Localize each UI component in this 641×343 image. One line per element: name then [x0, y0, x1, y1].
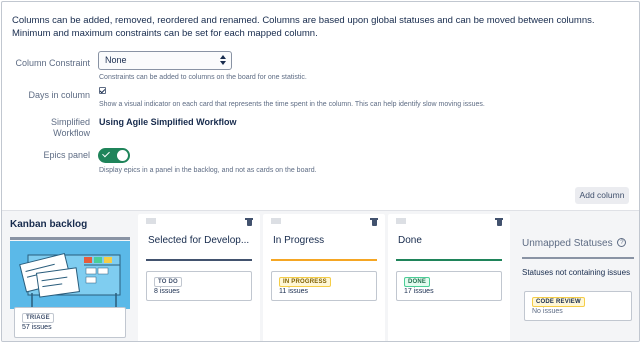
status-lozenge: CODE REVIEW [532, 297, 585, 307]
unmapped-statuses-subtitle: Statuses not containing issues [522, 268, 631, 277]
issue-count: 17 issues [404, 288, 434, 295]
drag-handle-icon[interactable] [271, 218, 281, 224]
unmapped-statuses-title: Unmapped Statuses ? [522, 238, 627, 249]
issue-count: 11 issues [279, 288, 309, 295]
trash-icon[interactable] [370, 218, 378, 226]
check-icon [102, 149, 110, 158]
issue-count: 8 issues [154, 288, 180, 295]
simplified-workflow-label-line1: Simplified [50, 117, 90, 127]
backlog-illustration [10, 241, 130, 309]
days-in-column-checkbox[interactable] [99, 87, 106, 94]
trash-icon[interactable] [495, 218, 503, 226]
unmapped-statuses-title-text: Unmapped Statuses [522, 238, 613, 249]
kanban-backlog-column: Kanban backlog TRIAGE 57 issues [6, 211, 134, 341]
column-color-bar [271, 259, 377, 261]
column-status-card[interactable]: DONE 17 issues [396, 271, 502, 301]
simplified-workflow-label-line2: Workflow [53, 128, 90, 138]
cards-illustration-icon [10, 241, 130, 309]
status-lozenge: TO DO [154, 277, 182, 287]
unmapped-color-bar [522, 257, 634, 259]
column-status-card[interactable]: TO DO 8 issues [146, 271, 252, 301]
column-color-bar [146, 259, 252, 261]
column-settings-panel: Columns can be added, removed, reordered… [1, 1, 640, 342]
add-column-button[interactable]: Add column [575, 187, 629, 204]
unmapped-statuses-column: Unmapped Statuses ? Statuses not contain… [516, 211, 639, 341]
simplified-workflow-value: Using Agile Simplified Workflow [99, 117, 237, 127]
issue-count: No issues [532, 308, 563, 315]
epics-panel-toggle[interactable] [98, 148, 130, 163]
drag-handle-icon[interactable] [396, 218, 406, 224]
backlog-color-bar [10, 237, 130, 240]
days-in-column-help: Show a visual indicator on each card tha… [99, 101, 485, 108]
column-color-bar [396, 259, 502, 261]
status-lozenge: IN PROGRESS [279, 277, 331, 287]
epics-panel-label: Epics panel [43, 150, 90, 160]
column-status-card[interactable]: IN PROGRESS 11 issues [271, 271, 377, 301]
column-title[interactable]: Selected for Develop... [148, 235, 252, 246]
column-title[interactable]: Done [398, 235, 502, 246]
intro-text: Columns can be added, removed, reordered… [12, 15, 595, 39]
column-constraint-select[interactable]: None [98, 51, 232, 70]
column-board: Kanban backlog TRIAGE 57 issues Selected… [2, 210, 639, 341]
days-in-column-label: Days in column [28, 90, 90, 100]
help-icon[interactable]: ? [617, 238, 627, 247]
column-selected-for-development[interactable]: Selected for Develop... TO DO 8 issues [138, 214, 260, 341]
column-constraint-value: None [105, 55, 127, 65]
drag-handle-icon[interactable] [146, 218, 156, 224]
epics-panel-help: Display epics in a panel in the backlog,… [99, 167, 317, 174]
backlog-status-card[interactable]: TRIAGE 57 issues [14, 307, 126, 338]
column-done[interactable]: Done DONE 17 issues [388, 214, 510, 341]
column-in-progress[interactable]: In Progress IN PROGRESS 11 issues [263, 214, 385, 341]
trash-icon[interactable] [245, 218, 253, 226]
status-lozenge: DONE [404, 277, 431, 287]
column-title[interactable]: In Progress [273, 235, 377, 246]
column-constraint-label: Column Constraint [15, 58, 90, 68]
issue-count: 57 issues [22, 324, 52, 331]
toggle-knob [117, 150, 128, 161]
backlog-title: Kanban backlog [10, 219, 88, 230]
simplified-workflow-label: Simplified Workflow [2, 117, 90, 139]
select-arrows-icon [220, 54, 226, 66]
status-lozenge: TRIAGE [22, 313, 54, 323]
column-constraint-help: Constraints can be added to columns on t… [99, 74, 307, 81]
unmapped-status-card[interactable]: CODE REVIEW No issues [524, 291, 632, 321]
